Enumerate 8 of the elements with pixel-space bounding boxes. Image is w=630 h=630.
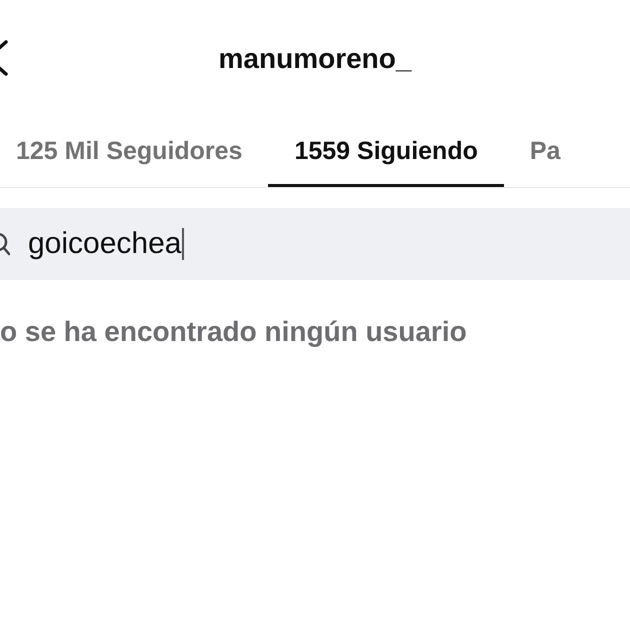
search-icon [0, 232, 10, 256]
search-field[interactable]: goicoechea [0, 208, 630, 280]
tab[interactable]: Pa [504, 118, 586, 187]
back-icon[interactable] [0, 38, 8, 78]
tab[interactable]: 125 Mil Seguidores [0, 118, 268, 187]
profile-username: manumoreno_ [218, 43, 412, 75]
tab[interactable]: 1559 Siguiendo [268, 118, 504, 187]
empty-result-message: o se ha encontrado ningún usuario [0, 316, 468, 348]
